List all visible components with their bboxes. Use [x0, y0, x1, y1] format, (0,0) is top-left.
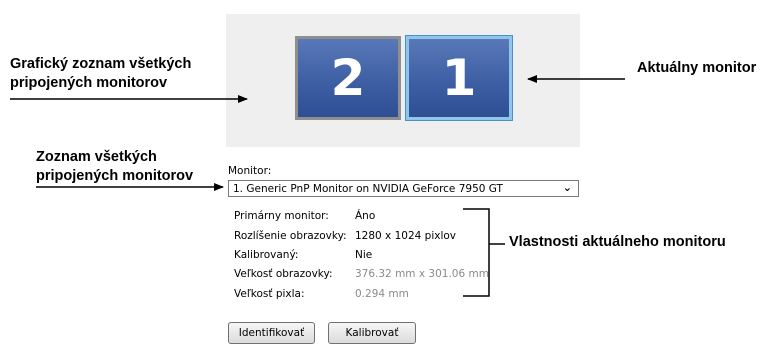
properties-bracket	[463, 208, 490, 297]
annotation-arrows	[10, 75, 625, 297]
